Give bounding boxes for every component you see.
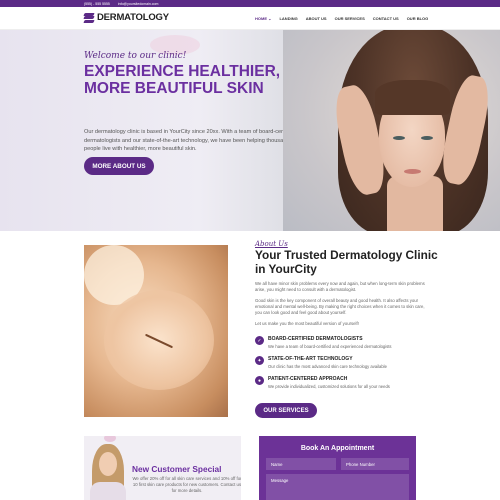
about-label: About Us [255,240,288,248]
promo-text: We offer 20% off for all skin care servi… [132,476,241,493]
top-info-bar: (555) - 555 5555 info@yoursitedomain.com [0,0,500,7]
feature-desc: We have a team of board-certified and ex… [268,344,392,349]
nav-home[interactable]: HOME ⌄ [255,16,271,21]
hero-title: EXPERIENCE HEALTHIER, MORE BEAUTIFUL SKI… [84,63,281,97]
logo[interactable]: DERMATOLOGY [83,12,169,23]
hero-woman-image [283,30,500,231]
technology-icon: ✦ [255,356,264,365]
nav-our-services[interactable]: OUR SERVICES [335,16,365,21]
feature-title: STATE-OF-THE-ART TECHNOLOGY [268,356,353,362]
promo-title: New Customer Special [132,464,222,474]
about-paragraph: Good skin is the key component of overal… [255,298,425,316]
nav-landing[interactable]: LANDING [279,16,297,21]
our-services-button[interactable]: OUR SERVICES [255,403,317,418]
nav-our-blog[interactable]: OUR BLOG [407,16,429,21]
name-field[interactable]: Name [266,458,336,470]
patient-icon: ● [255,376,264,385]
feature-desc: We provide individualized, customized so… [268,384,390,389]
about-paragraph: We all have minor skin problems every no… [255,281,425,293]
site-header: DERMATOLOGY HOME ⌄ LANDING ABOUT US OUR … [0,7,500,30]
certificate-icon: ✓ [255,336,264,345]
nav-about-us[interactable]: ABOUT US [306,16,327,21]
phone-text[interactable]: (555) - 555 5555 [84,2,110,6]
logo-icon [83,12,95,23]
main-nav: HOME ⌄ LANDING ABOUT US OUR SERVICES CON… [255,16,428,21]
message-field[interactable]: Message [266,474,409,500]
new-customer-promo: New Customer Special We offer 20% off fo… [84,436,241,500]
about-paragraph: Let us make you the most beautiful versi… [255,321,359,326]
email-text[interactable]: info@yoursitedomain.com [118,2,159,6]
about-title: Your Trusted Dermatology Clinic in YourC… [255,248,438,276]
about-facial-image [84,245,228,417]
appointment-form: Book An Appointment Name Phone Number Me… [259,436,416,500]
brand-name: DERMATOLOGY [97,12,169,23]
feature-desc: Our clinic has the most advanced skin ca… [268,364,387,369]
more-about-us-button[interactable]: MORE ABOUT US [84,157,154,175]
hero-welcome-text: Welcome to our clinic! [84,51,187,61]
feature-title: PATIENT-CENTERED APPROACH [268,376,348,382]
feature-title: BOARD-CERTIFIED DERMATOLOGISTS [268,336,363,342]
nav-contact-us[interactable]: CONTACT US [373,16,399,21]
phone-field[interactable]: Phone Number [341,458,409,470]
hero-description: Our dermatology clinic is based in YourC… [84,129,299,152]
promo-woman-image [86,440,130,500]
appointment-title: Book An Appointment [300,445,375,452]
